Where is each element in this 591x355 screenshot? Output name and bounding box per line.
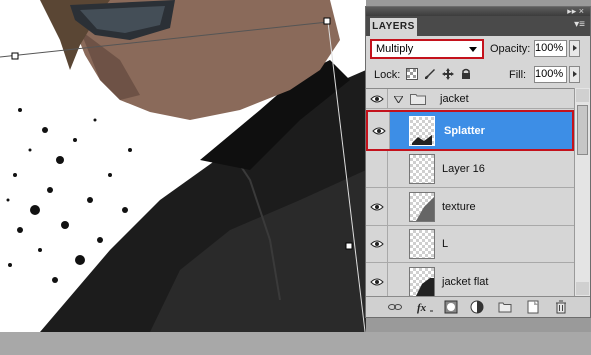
layer-thumbnail bbox=[409, 192, 435, 222]
lock-label: Lock: bbox=[374, 69, 401, 81]
fx-icon[interactable]: fx bbox=[416, 300, 434, 314]
expand-triangle-icon[interactable] bbox=[394, 96, 403, 103]
folder-icon[interactable] bbox=[498, 300, 512, 314]
svg-text:fx: fx bbox=[417, 302, 427, 314]
eye-icon bbox=[370, 278, 384, 286]
layer-row[interactable]: jacket flat bbox=[366, 263, 574, 297]
layer-name: jacket bbox=[440, 93, 469, 105]
layers-toolbar: fx bbox=[366, 296, 590, 317]
blend-mode-select[interactable]: Multiply bbox=[370, 39, 484, 59]
scroll-up-icon[interactable] bbox=[576, 89, 589, 102]
workspace-background bbox=[0, 332, 591, 355]
layer-name: jacket flat bbox=[442, 276, 489, 288]
panel-menu-icon[interactable]: ▾≡ bbox=[574, 19, 585, 30]
panel-tab-row: LAYERS ▾≡ bbox=[366, 16, 590, 36]
layers-list: jacket Splatter Layer 16 texture L jacke… bbox=[366, 88, 574, 297]
eye-icon bbox=[370, 95, 384, 103]
eye-icon bbox=[372, 127, 386, 135]
folder-icon bbox=[410, 94, 426, 105]
eye-icon bbox=[370, 240, 384, 248]
layer-name: Splatter bbox=[444, 125, 485, 137]
collapse-icon[interactable]: ▸▸ × bbox=[567, 6, 584, 16]
layer-row[interactable]: texture bbox=[366, 188, 574, 226]
visibility-toggle[interactable] bbox=[368, 112, 390, 149]
layer-name: Layer 16 bbox=[442, 163, 485, 175]
blend-options-row: Multiply Opacity: 100% bbox=[366, 36, 590, 62]
lock-transparency-icon[interactable] bbox=[406, 68, 418, 80]
lock-position-move-icon[interactable] bbox=[442, 68, 454, 80]
visibility-toggle[interactable] bbox=[366, 263, 388, 297]
document-canvas[interactable] bbox=[0, 0, 366, 332]
scroll-thumb[interactable] bbox=[577, 105, 588, 155]
adjustment-icon[interactable] bbox=[470, 300, 484, 314]
chevron-down-icon bbox=[469, 47, 477, 52]
fill-slider-arrow-icon[interactable] bbox=[569, 66, 580, 83]
tab-layers[interactable]: LAYERS bbox=[370, 18, 417, 36]
layer-thumbnail bbox=[409, 116, 435, 146]
layer-name: L bbox=[442, 238, 449, 250]
panel-titlebar[interactable]: ▸▸ × bbox=[366, 6, 590, 16]
trash-icon[interactable] bbox=[554, 300, 568, 314]
layer-row-selected[interactable]: Splatter bbox=[366, 110, 574, 151]
layer-group-row[interactable]: jacket bbox=[366, 89, 574, 109]
new-layer-icon[interactable] bbox=[526, 300, 540, 314]
layer-thumbnail bbox=[409, 267, 435, 297]
visibility-toggle[interactable] bbox=[366, 151, 388, 187]
lock-pixels-brush-icon[interactable] bbox=[424, 68, 436, 80]
visibility-toggle[interactable] bbox=[366, 226, 388, 262]
lock-all-icon[interactable] bbox=[460, 68, 472, 80]
visibility-toggle[interactable] bbox=[366, 188, 388, 225]
fill-field[interactable]: 100% bbox=[534, 66, 567, 83]
opacity-label: Opacity: bbox=[490, 43, 531, 55]
layer-name: texture bbox=[442, 201, 476, 213]
fill-label: Fill: bbox=[509, 69, 527, 81]
opacity-slider-arrow-icon[interactable] bbox=[569, 40, 580, 57]
blend-mode-value: Multiply bbox=[376, 43, 414, 55]
lock-options-row: Lock: Fill: 100% bbox=[366, 62, 590, 86]
layer-thumbnail bbox=[409, 229, 435, 259]
layer-thumbnail bbox=[409, 154, 435, 184]
layer-row[interactable]: L bbox=[366, 226, 574, 263]
layers-panel: ▸▸ × LAYERS ▾≡ Multiply Opacity: 100% Lo… bbox=[365, 6, 591, 318]
layer-row[interactable]: Layer 16 bbox=[366, 151, 574, 188]
layers-scrollbar[interactable] bbox=[574, 88, 590, 296]
mask-icon[interactable] bbox=[444, 300, 458, 314]
artwork bbox=[0, 0, 366, 332]
visibility-toggle[interactable] bbox=[366, 89, 388, 108]
eye-icon bbox=[370, 203, 384, 211]
opacity-field[interactable]: 100% bbox=[534, 40, 567, 57]
link-icon[interactable] bbox=[388, 300, 402, 314]
scroll-down-icon[interactable] bbox=[576, 282, 589, 295]
